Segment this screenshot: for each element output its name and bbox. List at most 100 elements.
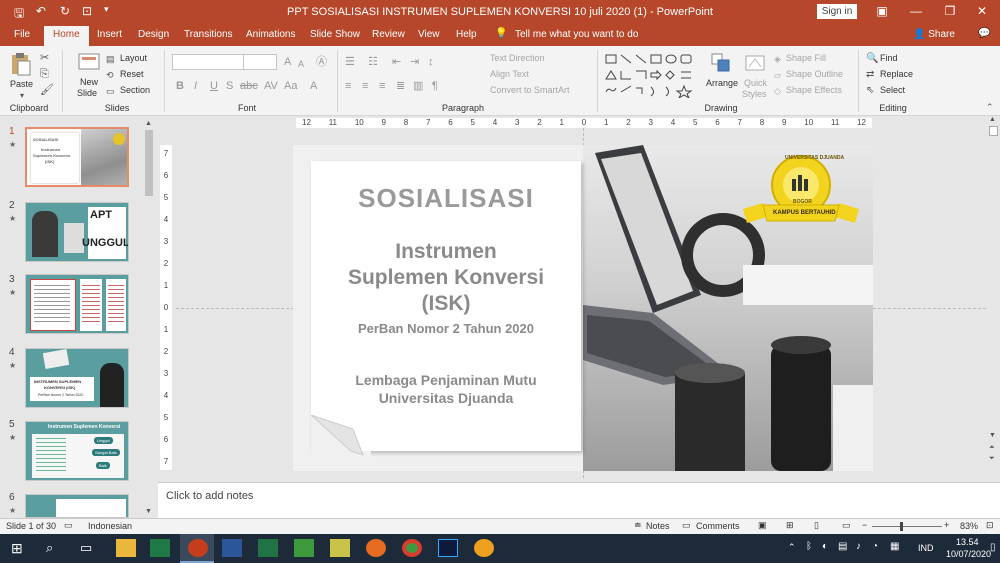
font-size-dropdown[interactable] <box>243 54 277 70</box>
editor-scrollbar[interactable]: ▲ ▼ ⏶ ⏷ <box>987 116 1000 468</box>
shape-fill-button[interactable]: Shape Fill <box>786 53 826 63</box>
ribbon-display-options-icon[interactable]: ▣ <box>872 4 892 18</box>
increase-indent-icon[interactable]: ⇥ <box>410 56 419 68</box>
slide-thumbnail-2[interactable]: APT UNGGUL <box>25 202 129 262</box>
app-icon[interactable] <box>330 539 350 557</box>
notes-pane[interactable]: Click to add notes <box>158 482 1000 518</box>
paste-label[interactable]: Paste <box>10 79 33 89</box>
decrease-font-size-icon[interactable]: A <box>298 58 304 70</box>
tab-animations[interactable]: Animations <box>246 29 295 40</box>
align-text-button[interactable]: Align Text <box>490 69 529 79</box>
slide-show-icon[interactable]: ▭ <box>842 520 851 531</box>
clock-time[interactable]: 13.54 <box>956 537 979 547</box>
scroll-thumb[interactable] <box>145 130 153 196</box>
slide-sorter-icon[interactable]: ⊞ <box>786 520 794 531</box>
task-view-icon[interactable]: ▭ <box>80 540 92 556</box>
share-button[interactable]: 👤 Share <box>913 29 955 40</box>
fit-to-window-icon[interactable]: ⊡ <box>986 520 994 531</box>
publisher-icon[interactable] <box>150 539 170 557</box>
slide-thumbnail-3[interactable] <box>25 274 129 334</box>
cut-icon[interactable]: ✂ <box>40 52 49 64</box>
zoom-level[interactable]: 83% <box>960 521 978 531</box>
text-direction-icon[interactable]: ¶ <box>432 80 438 92</box>
restore-icon[interactable]: ❐ <box>940 4 960 18</box>
shapes-gallery[interactable] <box>604 52 694 100</box>
numbering-icon[interactable]: ☷ <box>368 56 378 68</box>
section-button[interactable]: Section <box>120 85 150 95</box>
tab-insert[interactable]: Insert <box>97 29 122 40</box>
minimize-icon[interactable]: — <box>906 4 926 18</box>
quick-styles-label-2[interactable]: Styles <box>742 89 767 99</box>
language-tray[interactable]: IND <box>918 543 934 553</box>
language-indicator[interactable]: Indonesian <box>88 521 132 531</box>
zoom-out-icon[interactable]: − <box>862 520 867 530</box>
scroll-down-icon[interactable]: ▼ <box>989 432 996 439</box>
layout-button[interactable]: Layout <box>120 53 147 63</box>
next-slide-icon[interactable]: ⏷ <box>989 455 995 463</box>
font-name-dropdown[interactable] <box>172 54 244 70</box>
quick-styles-icon[interactable] <box>744 52 766 74</box>
chrome-icon[interactable] <box>402 539 422 557</box>
zoom-in-icon[interactable]: + <box>944 520 949 530</box>
normal-view-icon[interactable]: ▣ <box>758 520 767 531</box>
quick-styles-label-1[interactable]: Quick <box>744 78 767 88</box>
tab-home[interactable]: Home <box>44 26 89 46</box>
text-direction-button[interactable]: Text Direction <box>490 53 545 63</box>
scroll-up-icon[interactable]: ▲ <box>145 120 152 127</box>
slide-thumbnail-5[interactable]: Instrumen Suplemen Konversi Unggul Sanga… <box>25 421 129 481</box>
convert-smartart-button[interactable]: Convert to SmartArt <box>490 85 570 95</box>
select-button[interactable]: Select <box>880 85 905 95</box>
slide-canvas[interactable]: SOSIALISASI Instrumen Suplemen Konversi … <box>293 145 873 471</box>
align-left-icon[interactable]: ≡ <box>345 80 351 92</box>
arrange-label[interactable]: Arrange <box>706 78 738 88</box>
character-spacing-icon[interactable]: AV <box>264 80 278 92</box>
scroll-thumb[interactable] <box>989 126 998 136</box>
clock-date[interactable]: 10/07/2020 <box>946 549 991 559</box>
photoshop-icon[interactable] <box>438 539 458 557</box>
collapse-ribbon-icon[interactable]: ⌃ <box>986 101 994 113</box>
clear-formatting-icon[interactable]: Ⓐ <box>316 56 327 68</box>
arrange-icon[interactable] <box>710 52 732 74</box>
tab-review[interactable]: Review <box>372 29 405 40</box>
comments-icon[interactable]: 💬 <box>978 28 990 39</box>
tab-help[interactable]: Help <box>456 29 477 40</box>
new-slide-icon[interactable] <box>78 52 100 74</box>
slide-thumbnail-1[interactable]: SOSIALISASI Instrumen Suplemen Konversi … <box>25 127 129 187</box>
decrease-indent-icon[interactable]: ⇤ <box>392 56 401 68</box>
new-slide-label-2[interactable]: Slide <box>77 88 97 98</box>
bold-icon[interactable]: B <box>176 80 184 92</box>
shape-outline-button[interactable]: Shape Outline <box>786 69 843 79</box>
tell-me-search[interactable]: Tell me what you want to do <box>515 29 638 40</box>
underline-icon[interactable]: U <box>210 80 218 92</box>
windows-start-icon[interactable]: ⊞ <box>11 540 23 557</box>
excel-icon[interactable] <box>258 539 278 557</box>
spelling-icon[interactable]: ▭ <box>64 520 73 531</box>
previous-slide-icon[interactable]: ⏶ <box>989 444 995 452</box>
bullets-icon[interactable]: ☰ <box>345 56 355 68</box>
align-right-icon[interactable]: ≡ <box>379 80 385 92</box>
paste-icon[interactable] <box>10 52 32 76</box>
slide-subtitle[interactable]: Instrumen Suplemen Konversi (ISK) <box>311 239 581 317</box>
close-icon[interactable]: ✕ <box>972 4 992 18</box>
line-spacing-icon[interactable]: ↕ <box>428 56 434 68</box>
slide-thumbnail-6[interactable] <box>25 494 129 518</box>
show-hidden-icons[interactable]: ⌃ <box>788 542 796 553</box>
comments-button[interactable]: Comments <box>696 521 740 531</box>
change-case-icon[interactable]: Aa <box>284 80 297 92</box>
zoom-slider[interactable] <box>872 526 942 527</box>
tab-transitions[interactable]: Transitions <box>184 29 233 40</box>
increase-font-size-icon[interactable]: A <box>284 56 291 68</box>
replace-button[interactable]: Replace <box>880 69 913 79</box>
tab-file[interactable]: File <box>14 29 30 40</box>
slide-perban[interactable]: PerBan Nomor 2 Tahun 2020 <box>311 321 581 336</box>
file-explorer-icon[interactable] <box>116 539 136 557</box>
app-icon[interactable] <box>294 539 314 557</box>
strikethrough-icon[interactable]: abc <box>240 80 258 92</box>
columns-icon[interactable]: ▥ <box>413 80 423 92</box>
tab-design[interactable]: Design <box>138 29 169 40</box>
shadow-icon[interactable]: S <box>226 80 233 92</box>
find-button[interactable]: Find <box>880 53 898 63</box>
search-icon[interactable]: ⌕ <box>46 540 53 556</box>
powerpoint-icon[interactable] <box>188 539 208 557</box>
paste-dropdown-icon[interactable]: ▾ <box>20 90 24 102</box>
